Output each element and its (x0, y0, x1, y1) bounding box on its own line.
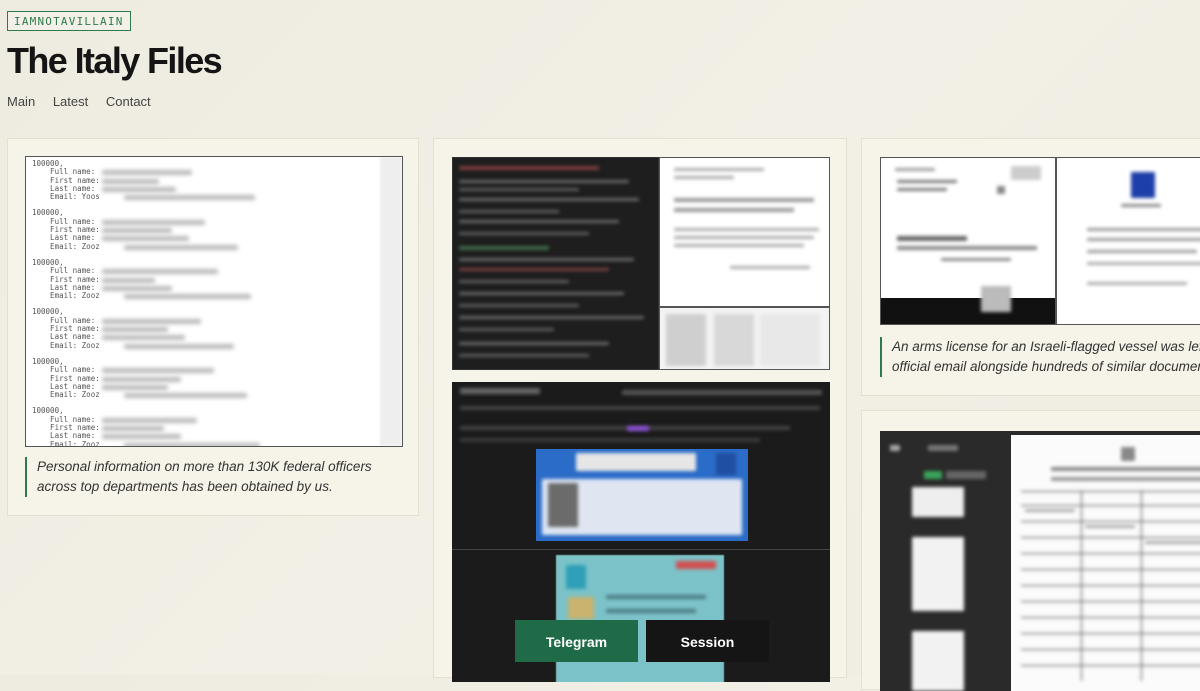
record-field: Email: Yoos (32, 192, 255, 201)
record-block: 100000, Full name: First name: Last name… (32, 209, 238, 251)
redacted-value (102, 269, 218, 275)
redacted-value (102, 277, 155, 283)
redacted-value (124, 195, 255, 201)
record-block: 100000, Full name: First name: Last name… (32, 357, 247, 399)
id-documents-screenshot[interactable] (452, 382, 830, 682)
redacted-value (102, 417, 197, 423)
record-field: Email: Zooz (32, 390, 247, 399)
redacted-value (102, 335, 185, 341)
license-screenshot-left[interactable] (880, 157, 1056, 325)
post-caption: An arms license for an Israeli-flagged v… (880, 337, 1200, 377)
redacted-value (102, 219, 205, 225)
post-card-viewer[interactable] (861, 410, 1200, 691)
leaked-records-screenshot[interactable]: 100000, Full name: First name: Last name… (25, 156, 403, 447)
post-card-arms-license[interactable]: An arms license for an Israeli-flagged v… (861, 138, 1200, 396)
redacted-value (102, 186, 176, 192)
redacted-value (102, 178, 159, 184)
scrollbar (380, 157, 402, 446)
main-nav: Main Latest Contact (7, 94, 165, 109)
redacted-value (102, 368, 214, 374)
redacted-value (102, 384, 168, 390)
redacted-value (102, 285, 172, 291)
post-card-documents[interactable]: Telegram Session (433, 138, 847, 682)
pdf-viewer-screenshot[interactable] (880, 431, 1200, 691)
record-field: Email: Zooz (32, 242, 238, 251)
telegram-button[interactable]: Telegram (515, 620, 638, 662)
post-card-officers[interactable]: 100000, Full name: First name: Last name… (7, 138, 419, 516)
form-pages-screenshot[interactable] (659, 307, 830, 370)
redacted-value (124, 343, 234, 349)
redacted-value (102, 236, 189, 242)
redacted-value (102, 327, 168, 333)
redacted-value (124, 244, 238, 250)
nav-link-latest[interactable]: Latest (53, 94, 88, 109)
record-block: 100000, Full name: First name: Last name… (32, 407, 260, 446)
redacted-value (102, 318, 201, 324)
terminal-screenshot[interactable] (452, 157, 659, 370)
redacted-value (124, 294, 251, 300)
session-button[interactable]: Session (646, 620, 769, 662)
record-field: Email: Zooz (32, 440, 260, 446)
nav-link-main[interactable]: Main (7, 94, 35, 109)
letter-document-screenshot[interactable] (659, 157, 830, 307)
record-block: 100000, Full name: First name: Last name… (32, 258, 251, 300)
record-block: 100000, Full name: First name: Last name… (32, 308, 234, 350)
redacted-value (124, 393, 247, 399)
post-caption: Personal information on more than 130K f… (25, 457, 397, 497)
page-title: The Italy Files (7, 40, 223, 81)
record-block: 100000, Full name: First name: Last name… (32, 159, 255, 201)
records-list: 100000, Full name: First name: Last name… (32, 159, 260, 446)
site-badge[interactable]: IAMNOTAVILLAIN (7, 11, 131, 31)
record-field: Email: Zooz (32, 341, 234, 350)
redacted-value (102, 376, 181, 382)
record-field: Email: Zooz (32, 291, 251, 300)
redacted-value (102, 426, 164, 432)
redacted-value (102, 434, 181, 440)
nav-link-contact[interactable]: Contact (106, 94, 151, 109)
redacted-value (124, 442, 260, 446)
redacted-value (102, 170, 192, 176)
redacted-value (102, 228, 172, 234)
license-screenshot-right[interactable] (1056, 157, 1200, 325)
